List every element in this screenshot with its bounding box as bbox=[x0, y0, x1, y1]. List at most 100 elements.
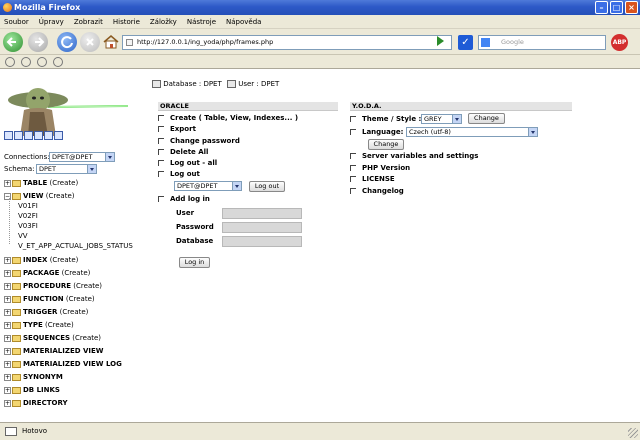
schema-select[interactable]: DPET bbox=[36, 164, 97, 174]
expand-icon[interactable]: + bbox=[4, 399, 11, 407]
tree-node-materialized-view[interactable]: + MATERIALIZED VIEW bbox=[4, 346, 104, 356]
expand-icon[interactable]: + bbox=[4, 256, 11, 264]
logout-button[interactable]: Log out bbox=[249, 181, 285, 192]
tree-node-db-links[interactable]: + DB LINKS bbox=[4, 385, 60, 395]
maximize-button[interactable]: □ bbox=[610, 1, 623, 14]
tree-node-view[interactable]: − VIEW (Create) bbox=[4, 191, 75, 201]
menu-help[interactable]: Nápověda bbox=[226, 15, 261, 28]
password-input[interactable] bbox=[222, 222, 302, 233]
minimize-button[interactable]: – bbox=[595, 1, 608, 14]
expand-icon[interactable]: + bbox=[4, 334, 11, 342]
reload-button[interactable] bbox=[57, 32, 77, 52]
expand-icon[interactable]: + bbox=[4, 179, 11, 187]
expand-icon[interactable]: + bbox=[4, 321, 11, 329]
menu-export[interactable]: Export bbox=[158, 124, 196, 134]
language-change-button[interactable]: Change bbox=[368, 139, 404, 150]
view-item[interactable]: V03FI bbox=[18, 221, 38, 231]
theme-change-button[interactable]: Change bbox=[468, 113, 505, 124]
view-item[interactable]: V01FI bbox=[18, 201, 38, 211]
view-item[interactable]: V_ET_APP_ACTUAL_JOBS_STATUS bbox=[18, 241, 133, 251]
window-icon[interactable] bbox=[44, 131, 53, 140]
create-link[interactable]: (Create) bbox=[73, 282, 102, 290]
tree-node-function[interactable]: + FUNCTION (Create) bbox=[4, 294, 95, 304]
toolbar-tag-icon[interactable] bbox=[53, 57, 63, 67]
tree-node-procedure[interactable]: + PROCEDURE (Create) bbox=[4, 281, 102, 291]
menu-view[interactable]: Zobrazit bbox=[74, 15, 103, 28]
tree-node-type[interactable]: + TYPE (Create) bbox=[4, 320, 74, 330]
expand-icon[interactable]: + bbox=[4, 269, 11, 277]
view-item[interactable]: V02FI bbox=[18, 211, 38, 221]
create-link[interactable]: (Create) bbox=[62, 269, 91, 277]
toolbar-clock-icon[interactable] bbox=[5, 57, 15, 67]
login-button[interactable]: Log in bbox=[179, 257, 210, 268]
sql-icon[interactable] bbox=[24, 131, 33, 140]
adblock-plus-button[interactable]: ABP bbox=[611, 34, 628, 51]
go-button[interactable] bbox=[437, 36, 444, 46]
grid-icon[interactable] bbox=[34, 131, 43, 140]
tree-node-package[interactable]: + PACKAGE (Create) bbox=[4, 268, 90, 278]
menu-logout-all[interactable]: Log out - all bbox=[158, 158, 217, 168]
connections-label: Connections: bbox=[4, 153, 50, 161]
theme-select[interactable]: GREY bbox=[421, 114, 462, 124]
create-link[interactable]: (Create) bbox=[45, 321, 74, 329]
expand-icon[interactable]: + bbox=[4, 295, 11, 303]
tree-node-materialized-view-log[interactable]: + MATERIALIZED VIEW LOG bbox=[4, 359, 122, 369]
home-button[interactable] bbox=[101, 32, 121, 52]
menu-license[interactable]: LICENSE bbox=[350, 174, 395, 184]
menu-php-version[interactable]: PHP Version bbox=[350, 163, 410, 173]
database-input[interactable] bbox=[222, 236, 302, 247]
expand-icon[interactable]: + bbox=[4, 386, 11, 394]
tree-node-trigger[interactable]: + TRIGGER (Create) bbox=[4, 307, 88, 317]
menu-server-variables[interactable]: Server variables and settings bbox=[350, 151, 478, 161]
expand-icon[interactable]: + bbox=[4, 282, 11, 290]
expand-icon[interactable]: + bbox=[4, 360, 11, 368]
bookmark-check-icon[interactable]: ✓ bbox=[458, 35, 473, 50]
address-bar[interactable]: http://127.0.0.1/ing_yoda/php/frames.php bbox=[122, 35, 452, 50]
menu-edit[interactable]: Úpravy bbox=[39, 15, 64, 28]
create-link[interactable]: (Create) bbox=[46, 192, 75, 200]
expand-icon[interactable]: + bbox=[4, 347, 11, 355]
tables-icon[interactable] bbox=[14, 131, 23, 140]
menu-add-login[interactable]: Add log in bbox=[158, 194, 210, 204]
tree-node-directory[interactable]: + DIRECTORY bbox=[4, 398, 68, 408]
create-link[interactable]: (Create) bbox=[49, 179, 78, 187]
search-input[interactable]: Google bbox=[478, 35, 606, 50]
menu-change-password[interactable]: Change password bbox=[158, 136, 240, 146]
menu-history[interactable]: Historie bbox=[113, 15, 140, 28]
create-link[interactable]: (Create) bbox=[72, 334, 101, 342]
chat-icon[interactable] bbox=[54, 131, 63, 140]
menu-logout[interactable]: Log out bbox=[158, 169, 200, 179]
menu-changelog[interactable]: Changelog bbox=[350, 186, 404, 196]
toolbar-settings-icon[interactable] bbox=[37, 57, 47, 67]
tree-node-synonym[interactable]: + SYNONYM bbox=[4, 372, 63, 382]
stop-button[interactable] bbox=[80, 32, 100, 52]
forward-button[interactable] bbox=[28, 32, 48, 52]
view-item[interactable]: VV bbox=[18, 231, 28, 241]
menu-bookmarks[interactable]: Záložky bbox=[150, 15, 177, 28]
language-select[interactable]: Czech (utf-8) bbox=[406, 127, 538, 137]
password-field-label: Password bbox=[176, 223, 214, 231]
create-link[interactable]: (Create) bbox=[60, 308, 89, 316]
menu-file[interactable]: Soubor bbox=[4, 15, 29, 28]
menu-delete-all[interactable]: Delete All bbox=[158, 147, 208, 157]
expand-icon[interactable]: + bbox=[4, 308, 11, 316]
tree-node-table[interactable]: + TABLE (Create) bbox=[4, 178, 78, 188]
toolbar-page-icon[interactable] bbox=[21, 57, 31, 67]
home-small-icon[interactable] bbox=[4, 131, 13, 140]
close-button[interactable]: × bbox=[625, 1, 638, 14]
create-link[interactable]: (Create) bbox=[66, 295, 95, 303]
connections-select[interactable]: DPET@DPET bbox=[49, 152, 115, 162]
menu-tools[interactable]: Nástroje bbox=[187, 15, 216, 28]
logout-connection-select[interactable]: DPET@DPET bbox=[174, 181, 242, 191]
resize-grip-icon[interactable] bbox=[628, 428, 638, 438]
expand-icon[interactable]: + bbox=[4, 373, 11, 381]
create-link[interactable]: (Create) bbox=[50, 256, 79, 264]
back-button[interactable] bbox=[3, 32, 23, 52]
menu-create[interactable]: Create ( Table, View, Indexes... ) bbox=[158, 113, 298, 123]
user-input[interactable] bbox=[222, 208, 302, 219]
chevron-down-icon bbox=[452, 115, 461, 123]
schema-label: Schema: bbox=[4, 165, 35, 173]
tree-node-sequences[interactable]: + SEQUENCES (Create) bbox=[4, 333, 101, 343]
tree-node-index[interactable]: + INDEX (Create) bbox=[4, 255, 78, 265]
folder-icon bbox=[12, 256, 21, 264]
